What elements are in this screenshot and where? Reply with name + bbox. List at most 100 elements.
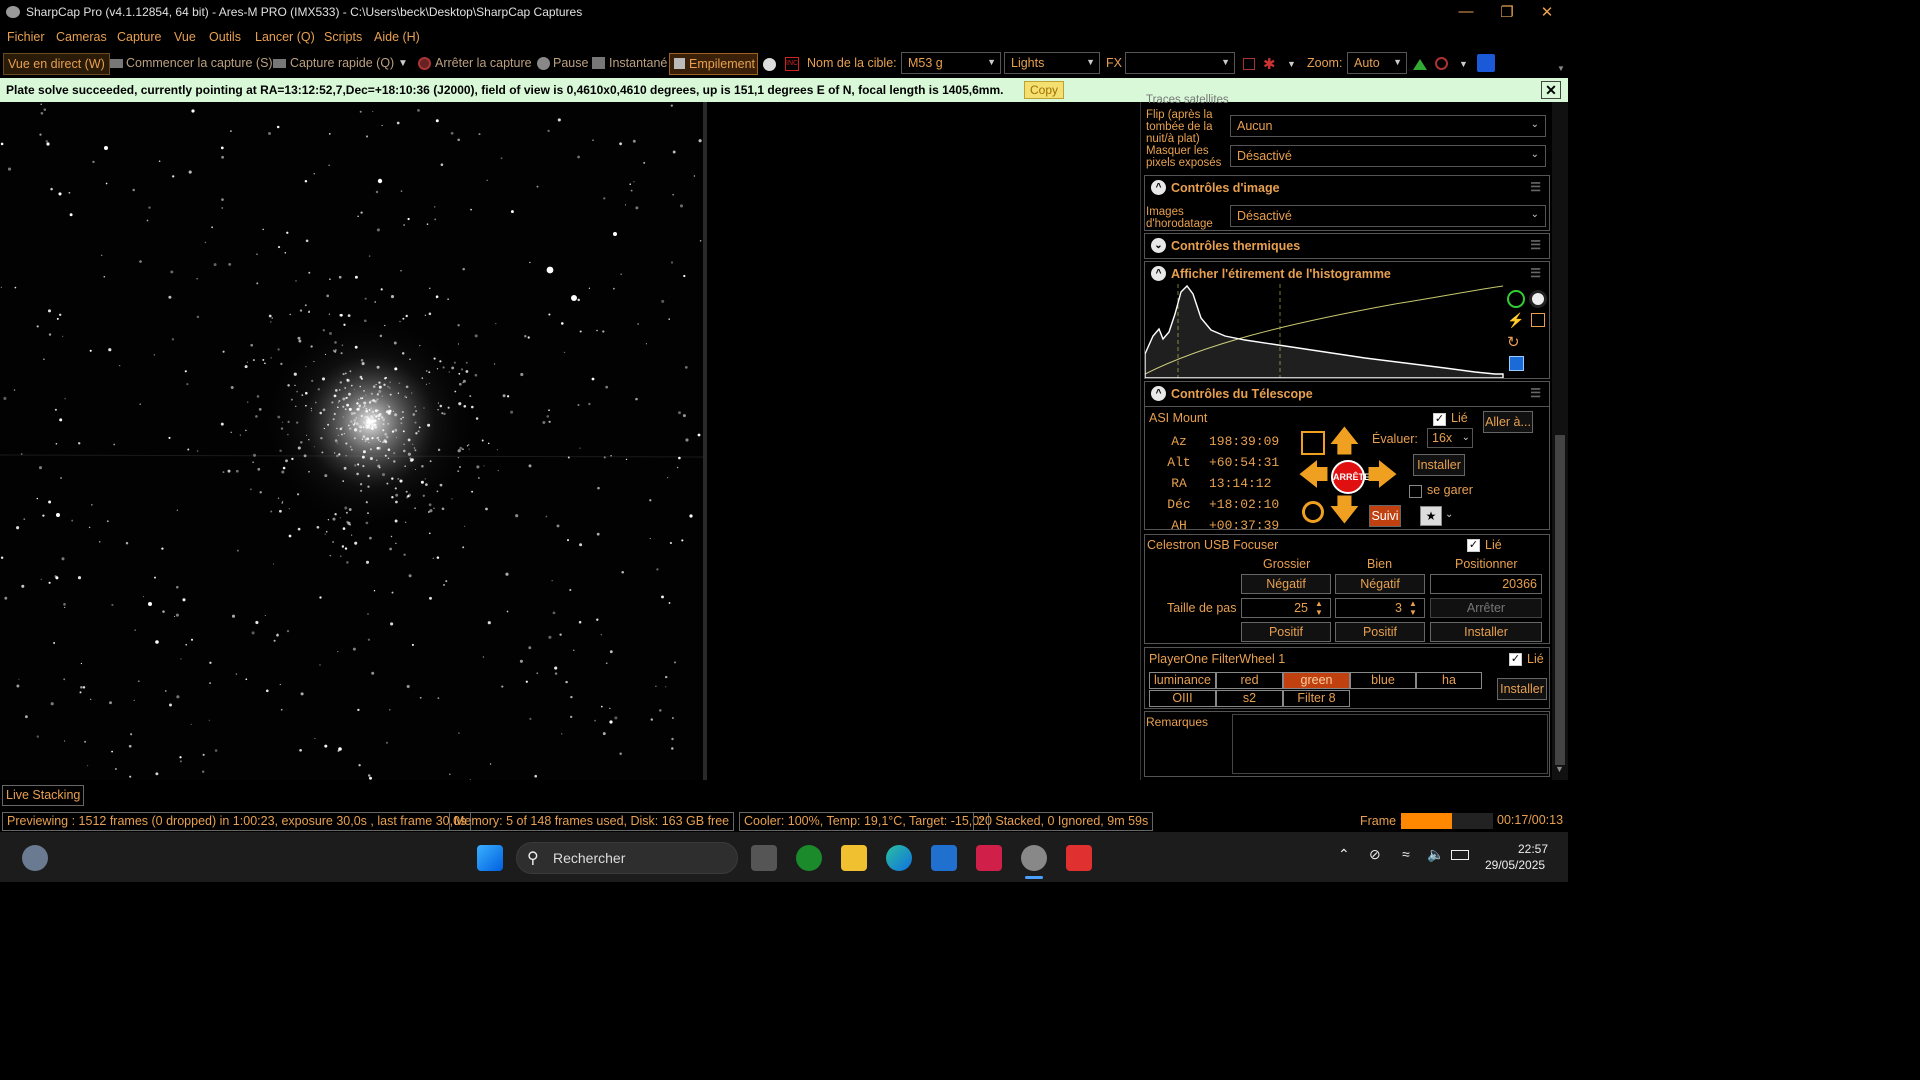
fine-negative-button[interactable]: Négatif bbox=[1335, 574, 1425, 594]
telescope-header[interactable]: ^ Contrôles du Télescope ☰ bbox=[1145, 382, 1549, 406]
notice-close-button[interactable]: ✕ bbox=[1541, 81, 1561, 99]
hamburger-icon[interactable]: ☰ bbox=[1530, 238, 1541, 252]
filter-ha[interactable]: ha bbox=[1416, 672, 1482, 689]
star-select-icon[interactable]: ★ bbox=[1420, 506, 1442, 526]
sharpcap-taskbar-icon[interactable] bbox=[1021, 845, 1047, 871]
fx-select[interactable]: ▼ bbox=[1125, 52, 1235, 74]
reticle-icon[interactable]: ✱ bbox=[1263, 55, 1276, 73]
target-select[interactable]: M53 g ▼ bbox=[901, 52, 1001, 74]
image-viewport[interactable] bbox=[0, 102, 703, 780]
histogram-contrast-icon[interactable] bbox=[1529, 290, 1547, 308]
app-red-icon[interactable] bbox=[976, 845, 1002, 871]
brush-icon[interactable] bbox=[1477, 54, 1495, 72]
mount-install-button[interactable]: Installer bbox=[1413, 454, 1465, 476]
target-chevron-icon[interactable]: ▼ bbox=[1459, 59, 1468, 69]
timestamp-select[interactable]: Désactivé ⌄ bbox=[1230, 205, 1546, 227]
histogram-plot[interactable] bbox=[1145, 284, 1505, 378]
focuser-linked-checkbox[interactable]: ✓ bbox=[1467, 539, 1480, 552]
stacking-button[interactable]: Empilement bbox=[669, 53, 758, 75]
zoom-select[interactable]: Auto ▼ bbox=[1347, 52, 1407, 74]
coarse-step-spinner-icon[interactable]: ▲ ▼ bbox=[1315, 599, 1323, 617]
tray-chevron-icon[interactable]: ⌃ bbox=[1338, 846, 1350, 863]
rate-select[interactable]: 16x ⌄ bbox=[1427, 428, 1473, 448]
app-red2-icon[interactable] bbox=[1066, 845, 1092, 871]
fine-positive-button[interactable]: Positif bbox=[1335, 622, 1425, 642]
flip-select[interactable]: Aucun ⌄ bbox=[1230, 115, 1546, 137]
maximize-icon[interactable]: ❐ bbox=[1487, 3, 1527, 21]
menu-capture[interactable]: Capture bbox=[117, 30, 161, 44]
snapshot-button[interactable]: Instantané bbox=[609, 56, 667, 70]
moon-icon[interactable] bbox=[763, 58, 776, 71]
menu-vue[interactable]: Vue bbox=[174, 30, 196, 44]
widgets-icon[interactable] bbox=[22, 845, 48, 871]
reticle-chevron-icon[interactable]: ▼ bbox=[1287, 59, 1296, 69]
arrow-down-icon[interactable]: 🡇 bbox=[1329, 496, 1360, 526]
collapse-icon[interactable]: ^ bbox=[1151, 180, 1166, 195]
wifi-icon[interactable]: ≈ bbox=[1402, 846, 1410, 862]
histogram-icon[interactable] bbox=[1413, 59, 1427, 70]
volume-icon[interactable]: 🔈 bbox=[1427, 846, 1444, 863]
mask-select[interactable]: Désactivé ⌄ bbox=[1230, 145, 1546, 167]
tracking-button[interactable]: Suivi bbox=[1369, 505, 1401, 527]
menu-outils[interactable]: Outils bbox=[209, 30, 241, 44]
menu-scripts[interactable]: Scripts bbox=[324, 30, 362, 44]
filter-green[interactable]: green bbox=[1283, 672, 1350, 689]
histogram-lock-icon[interactable] bbox=[1531, 313, 1545, 327]
expand-icon[interactable]: ⌄ bbox=[1151, 238, 1166, 253]
histogram-header[interactable]: ^ Afficher l'étirement de l'histogramme ☰ bbox=[1145, 262, 1549, 286]
target-icon[interactable] bbox=[1435, 57, 1448, 70]
coarse-negative-button[interactable]: Négatif bbox=[1241, 574, 1331, 594]
clock-date[interactable]: 29/05/2025 bbox=[1485, 858, 1545, 872]
start-capture-button[interactable]: Commencer la capture (S) bbox=[126, 56, 273, 70]
coarse-positive-button[interactable]: Positif bbox=[1241, 622, 1331, 642]
park-checkbox[interactable] bbox=[1409, 485, 1422, 498]
start-icon[interactable] bbox=[477, 845, 503, 871]
live-stacking-tab[interactable]: Live Stacking bbox=[2, 785, 85, 806]
select-area-icon[interactable] bbox=[1243, 58, 1255, 70]
live-view-button[interactable]: Vue en direct (W) bbox=[3, 53, 110, 75]
file-explorer-icon[interactable] bbox=[841, 845, 867, 871]
histogram-save-icon[interactable] bbox=[1509, 356, 1524, 371]
focuser-install-button[interactable]: Installer bbox=[1430, 622, 1542, 642]
filter-luminance[interactable]: luminance bbox=[1149, 672, 1216, 689]
clock-time[interactable]: 22:57 bbox=[1518, 842, 1548, 856]
filter-red[interactable]: red bbox=[1216, 672, 1283, 689]
filterwheel-install-button[interactable]: Installer bbox=[1497, 678, 1547, 700]
menu-aide[interactable]: Aide (H) bbox=[374, 30, 420, 44]
focuser-stop-button[interactable]: Arrêter bbox=[1430, 598, 1542, 618]
filter-blue[interactable]: blue bbox=[1350, 672, 1416, 689]
image-controls-header[interactable]: ^ Contrôles d'image ☰ bbox=[1145, 176, 1549, 200]
filter-oiii[interactable]: OIII bbox=[1149, 690, 1216, 707]
task-view-icon[interactable] bbox=[751, 845, 777, 871]
thermal-header[interactable]: ⌄ Contrôles thermiques ☰ bbox=[1145, 234, 1549, 258]
stop-mount-button[interactable]: ARRÊTE bbox=[1331, 460, 1370, 494]
battery-icon[interactable] bbox=[1451, 850, 1469, 860]
hamburger-icon[interactable]: ☰ bbox=[1530, 266, 1541, 280]
store-icon[interactable] bbox=[931, 845, 957, 871]
scroll-down-icon[interactable]: ▼ bbox=[1555, 764, 1564, 774]
copy-button[interactable]: Copy bbox=[1024, 81, 1065, 99]
histogram-auto-icon[interactable]: ⚡ bbox=[1507, 312, 1524, 329]
position-input[interactable]: 20366 bbox=[1430, 574, 1542, 594]
filterwheel-linked-checkbox[interactable]: ✓ bbox=[1509, 653, 1522, 666]
star-chevron-icon[interactable]: ⌄ bbox=[1445, 509, 1453, 520]
close-icon[interactable]: ✕ bbox=[1527, 3, 1567, 21]
fine-step-spinner-icon[interactable]: ▲ ▼ bbox=[1409, 599, 1417, 617]
filter-8[interactable]: Filter 8 bbox=[1283, 690, 1350, 707]
hamburger-icon[interactable]: ☰ bbox=[1530, 386, 1541, 400]
toolbar-overflow-icon[interactable]: ▼ bbox=[1557, 64, 1565, 73]
app-green-icon[interactable] bbox=[796, 845, 822, 871]
fits-icon[interactable]: INC bbox=[785, 57, 799, 71]
collapse-icon[interactable]: ^ bbox=[1151, 266, 1166, 281]
filter-s2[interactable]: s2 bbox=[1216, 690, 1283, 707]
spiral-search-icon[interactable] bbox=[1301, 431, 1325, 455]
quick-capture-button[interactable]: Capture rapide (Q) bbox=[290, 56, 394, 70]
network-off-icon[interactable]: ⊘ bbox=[1369, 846, 1381, 863]
histogram-reset-icon[interactable]: ↻ bbox=[1507, 333, 1520, 351]
arrow-right-icon[interactable]: 🡆 bbox=[1367, 461, 1398, 491]
home-target-icon[interactable] bbox=[1302, 501, 1324, 523]
histogram-power-icon[interactable] bbox=[1507, 290, 1525, 308]
stop-capture-button[interactable]: Arrêter la capture bbox=[435, 56, 532, 70]
edge-icon[interactable] bbox=[886, 845, 912, 871]
notes-textarea[interactable] bbox=[1232, 714, 1548, 774]
